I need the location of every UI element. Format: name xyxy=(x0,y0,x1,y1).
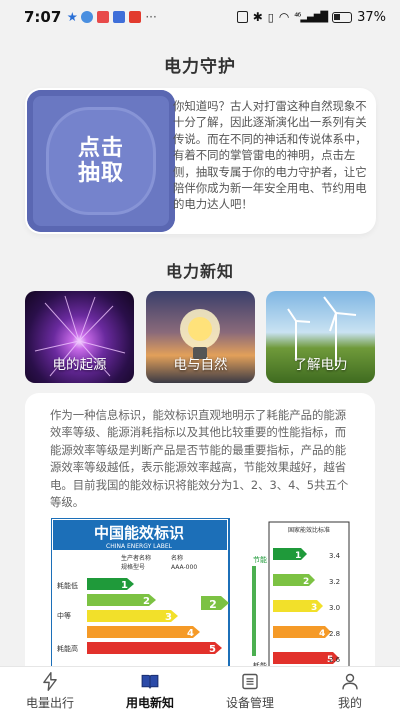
tab-power-knowledge[interactable]: 用电新知 xyxy=(100,667,200,711)
tab-label: 我的 xyxy=(337,696,362,710)
grade-bar-right xyxy=(273,548,307,560)
status-time: 7:07 xyxy=(24,8,62,26)
tab-label: 电量出行 xyxy=(25,696,74,710)
user-icon xyxy=(342,673,358,690)
tab-label: 用电新知 xyxy=(125,696,174,710)
taobao-app-icon xyxy=(129,11,142,23)
low-consumption-label: 耗能低 xyxy=(57,581,78,590)
draw-guardian-button[interactable]: 点击 抽取 xyxy=(27,90,175,232)
star-icon xyxy=(67,12,78,22)
guard-description: 你知道吗？古人对打雷这种自然现象不十分了解，因此逐渐演化出一系列有关传说。而在不… xyxy=(173,99,367,212)
grade-bar-left-label: 3 xyxy=(165,612,172,623)
news-card-nature[interactable]: 电与自然 xyxy=(146,291,255,383)
news-section-title: 电力新知 xyxy=(165,262,234,281)
grade-bar-left xyxy=(87,626,200,638)
tab-profile[interactable]: 我的 xyxy=(300,667,400,711)
more-notifications-icon: ··· xyxy=(145,10,157,24)
model-label: 规格型号 xyxy=(121,563,145,571)
bluetooth-icon: ✱ xyxy=(252,10,263,24)
label-current-grade: 2 xyxy=(209,598,217,611)
page-title: 电力守护 xyxy=(164,57,236,77)
cloud-icon xyxy=(81,11,94,23)
list-icon xyxy=(242,673,258,690)
signal-type: ⁴⁶ xyxy=(294,11,301,23)
wifi-icon: ◠ xyxy=(278,10,290,24)
grade-bar-right-label: 4 xyxy=(319,629,325,639)
grade-compare-value: 2.8 xyxy=(329,630,340,638)
signal-icon: ⁴⁶▂▄▆█ xyxy=(294,11,328,23)
tab-label: 设备管理 xyxy=(225,696,274,710)
grade-compare-value: 2.6 xyxy=(329,656,341,664)
grade-bar-right-label: 3 xyxy=(311,603,317,613)
news-card-label: 电与自然 xyxy=(173,357,228,373)
battery-percent: 37% xyxy=(357,9,386,25)
battery-icon xyxy=(332,11,353,23)
grade-bar-left-label: 2 xyxy=(143,596,150,607)
draw-button-badge: 点击 抽取 xyxy=(49,110,153,212)
grade-compare-value: 3.2 xyxy=(329,578,340,586)
nfc-icon xyxy=(236,11,248,23)
mid-consumption-label: 中等 xyxy=(57,611,71,620)
card-app-icon xyxy=(113,11,126,23)
producer-label: 生产者名称 xyxy=(121,554,151,562)
tab-device-management[interactable]: 设备管理 xyxy=(200,667,300,711)
mail-app-icon xyxy=(97,11,110,23)
label-title: 中国能效标识 xyxy=(94,524,184,542)
bottom-tab-bar: 电量出行 用电新知 设备管理 我的 xyxy=(0,666,400,711)
book-icon xyxy=(141,674,159,689)
vibrate-icon: ▯ xyxy=(267,10,274,24)
high-consumption-label: 耗能高 xyxy=(57,644,78,653)
draw-button-label: 点击 抽取 xyxy=(77,136,124,186)
grade-bar-left-label: 1 xyxy=(121,580,128,591)
guard-card: 点击 抽取 你知道吗？古人对打雷这种自然现象不十分了解，因此逐渐演化出一系列有关… xyxy=(25,88,376,234)
save-label: 节能 xyxy=(253,555,267,564)
status-bar: 7:07 ··· ✱ ▯ ◠ ⁴⁶▂▄▆█ 37% xyxy=(0,0,400,34)
grade-bar-right-label: 1 xyxy=(295,551,301,561)
label-subtitle: CHINA ENERGY LABEL xyxy=(106,543,173,550)
news-card-label: 了解电力 xyxy=(293,357,348,373)
compare-title: 国家能效比标准 xyxy=(288,526,330,534)
grade-bar-left xyxy=(87,642,222,654)
model-value: AAA-000 xyxy=(171,564,197,571)
grade-bar-right-label: 2 xyxy=(303,577,309,587)
grade-bar-left-label: 5 xyxy=(209,644,216,655)
producer-value: 名称 xyxy=(171,554,183,562)
grade-bar-left-label: 4 xyxy=(187,628,194,639)
news-card-origin[interactable]: 电的起源 xyxy=(25,291,134,383)
tab-power-travel[interactable]: 电量出行 xyxy=(0,667,100,711)
energy-label-info: 作为一种信息标识，能效标识直观地明示了耗能产品的能源效率等级、能源消耗指标以及其… xyxy=(25,393,375,693)
grade-compare-value: 3.0 xyxy=(329,604,340,612)
energy-label-description: 作为一种信息标识，能效标识直观地明示了耗能产品的能源效率等级、能源消耗指标以及其… xyxy=(50,408,349,510)
lightning-icon xyxy=(43,672,57,691)
grade-compare-value: 3.4 xyxy=(329,552,341,560)
news-card-label: 电的起源 xyxy=(52,357,107,373)
news-card-power[interactable]: 了解电力 xyxy=(266,291,375,383)
